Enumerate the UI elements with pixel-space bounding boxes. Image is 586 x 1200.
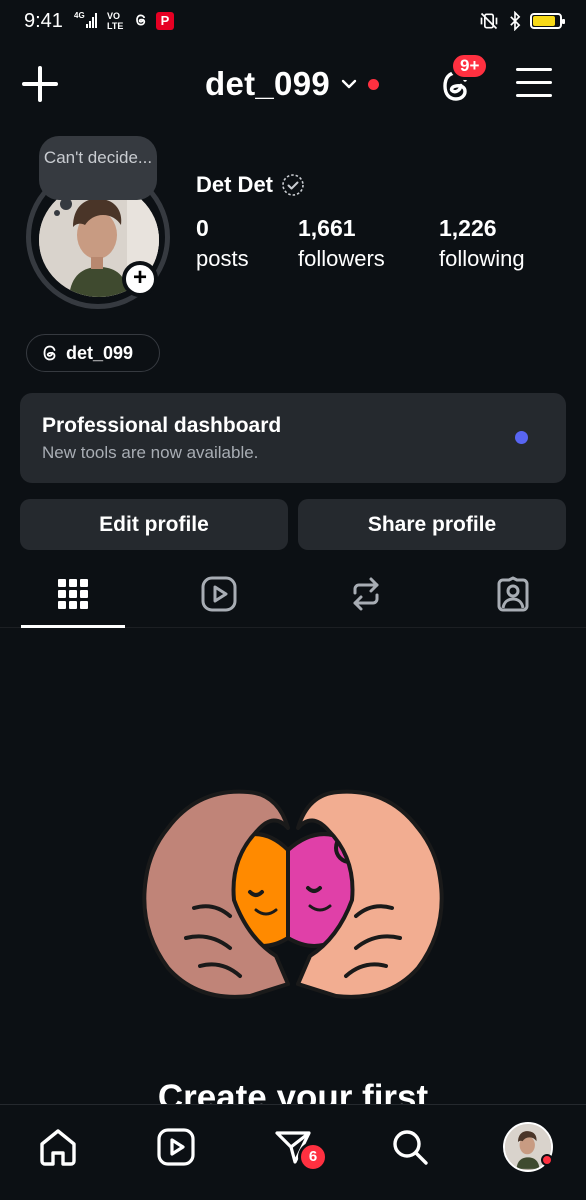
threads-icon: [43, 345, 56, 361]
note-bubble-tail: [60, 198, 72, 210]
note-bubble[interactable]: Can't decide...: [39, 136, 157, 200]
vibrate-icon: [480, 12, 498, 30]
active-tab-indicator: [21, 625, 125, 628]
status-right-icons: [478, 11, 565, 31]
professional-dashboard-card[interactable]: Professional dashboard New tools are now…: [20, 393, 566, 483]
profile-screen: 9:41 4G VO LTE P det_099 9+ + Can't deci…: [0, 0, 586, 1200]
note-bubble-tail-small: [54, 210, 60, 216]
bluetooth-icon: [510, 11, 521, 31]
share-profile-button[interactable]: Share profile: [298, 499, 566, 550]
tagged-icon: [497, 576, 529, 612]
plus-icon: [22, 66, 58, 102]
create-button[interactable]: [20, 64, 60, 104]
profile-unread-dot: [541, 1154, 553, 1166]
menu-line: [516, 81, 552, 84]
pinterest-icon: P: [156, 12, 174, 30]
unread-dot: [368, 78, 380, 90]
svg-text:LTE: LTE: [107, 21, 123, 31]
reels-icon: [157, 1128, 195, 1166]
battery-icon: [530, 13, 565, 29]
username: det_099: [205, 65, 331, 102]
tab-reels[interactable]: [167, 568, 271, 620]
reels-icon: [201, 576, 237, 612]
dashboard-new-dot: [515, 431, 528, 444]
account-switcher[interactable]: det_099: [205, 62, 380, 106]
profile-tabs: [0, 560, 586, 628]
dashboard-title: Professional dashboard: [42, 414, 282, 437]
threads-notification-badge: 9+: [450, 52, 490, 80]
heart-hands-illustration: [142, 789, 444, 999]
svg-text:4G: 4G: [74, 11, 85, 20]
nav-reels[interactable]: [146, 1121, 206, 1173]
edit-profile-button[interactable]: Edit profile: [20, 499, 288, 550]
menu-line: [516, 94, 552, 97]
stat-following[interactable]: 1,226 following: [439, 214, 525, 276]
dashboard-subtitle: New tools are now available.: [42, 443, 259, 462]
messages-badge: 6: [298, 1142, 328, 1172]
threads-notification-icon: [133, 12, 149, 28]
volte-icon: VO LTE: [107, 11, 127, 34]
add-story-button[interactable]: +: [122, 261, 158, 297]
stat-followers-value: 1,661: [298, 215, 356, 241]
signal-icon: 4G: [74, 11, 98, 32]
svg-text:VO: VO: [107, 11, 120, 21]
bottom-navigation: [0, 1104, 586, 1200]
status-time: 9:41: [24, 10, 63, 32]
stat-followers[interactable]: 1,661 followers: [298, 214, 385, 276]
battery-level: [533, 16, 556, 26]
stat-following-value: 1,226: [439, 215, 497, 241]
grid-icon: [58, 579, 88, 609]
threads-handle: det_099: [66, 342, 134, 363]
tab-tagged[interactable]: [461, 568, 565, 620]
stat-followers-label: followers: [298, 246, 385, 271]
search-icon: [393, 1130, 428, 1165]
menu-button[interactable]: [516, 68, 552, 100]
stat-following-label: following: [439, 246, 525, 271]
status-bar: 9:41 4G VO LTE P: [0, 0, 586, 44]
verified-badge-icon[interactable]: [281, 173, 305, 197]
threads-profile-link[interactable]: det_099: [26, 334, 160, 372]
stat-posts[interactable]: 0 posts: [196, 214, 249, 276]
chevron-down-icon: [341, 79, 357, 89]
display-name-row: Det Det: [196, 172, 305, 198]
reposts-icon: [353, 577, 379, 611]
menu-line: [516, 68, 552, 71]
stat-posts-label: posts: [196, 246, 249, 271]
nav-home[interactable]: [28, 1121, 88, 1173]
tab-reposts[interactable]: [314, 568, 418, 620]
tab-grid[interactable]: [21, 568, 125, 620]
stat-posts-value: 0: [196, 215, 209, 241]
home-icon: [40, 1129, 76, 1166]
display-name: Det Det: [196, 172, 274, 197]
top-bar: det_099 9+: [0, 44, 586, 124]
nav-search[interactable]: [380, 1121, 440, 1173]
